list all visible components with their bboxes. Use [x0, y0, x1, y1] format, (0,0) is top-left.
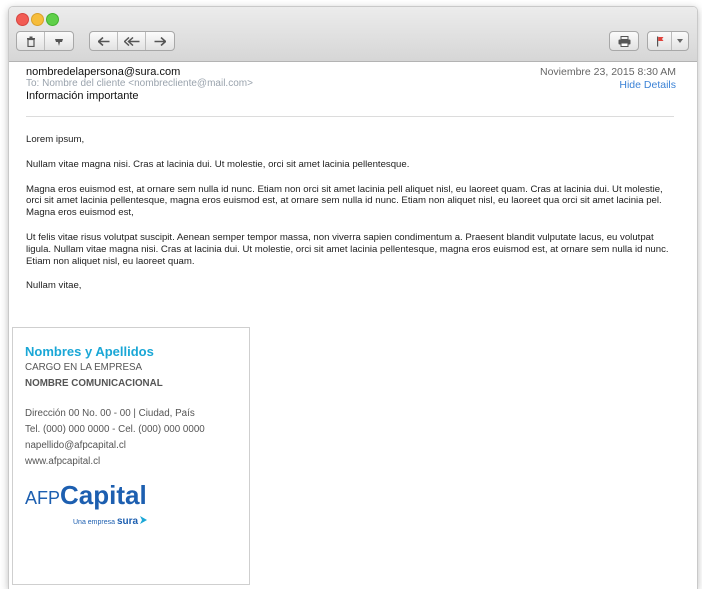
body-paragraph: Ut felis vitae risus volutpat suscipit. …: [26, 231, 669, 267]
reply-button[interactable]: [90, 32, 118, 50]
hide-details-link[interactable]: Hide Details: [619, 79, 676, 91]
junk-icon: [55, 39, 63, 46]
toolbar: [9, 7, 697, 62]
signature-name: Nombres y Apellidos: [25, 344, 154, 359]
body-paragraph: Nullam vitae magna nisi. Cras at lacinia…: [26, 158, 410, 170]
body-greeting: Lorem ipsum,: [26, 134, 85, 145]
junk-button[interactable]: [45, 32, 73, 50]
zoom-window-button[interactable]: [46, 13, 59, 26]
logo-capital-text: Capital: [60, 480, 147, 510]
reply-all-button[interactable]: [118, 32, 146, 50]
flag-icon: [656, 36, 663, 46]
reply-all-icon: [123, 36, 139, 46]
sura-arrow-icon: [140, 516, 148, 524]
reply-icon: [97, 36, 109, 46]
message-date: Noviembre 23, 2015 8:30 AM: [540, 66, 676, 78]
flag-menu-button[interactable]: [672, 32, 688, 50]
subject-line: Información importante: [26, 90, 139, 102]
minimize-window-button[interactable]: [31, 13, 44, 26]
body-paragraph: Magna eros euismod est, at ornare sem nu…: [26, 183, 663, 219]
logo-afp-text: AFP: [25, 488, 61, 508]
chevron-down-icon: [677, 39, 683, 43]
delete-button[interactable]: [17, 32, 45, 50]
email-signature: Nombres y Apellidos CARGO EN LA EMPRESA …: [12, 327, 250, 585]
signature-email[interactable]: napellido@afpcapital.cl: [25, 440, 126, 451]
afp-capital-logo: AFPCapital Una empresa sura: [25, 480, 148, 527]
print-icon: [618, 35, 630, 47]
signature-website[interactable]: www.afpcapital.cl: [25, 456, 100, 467]
delete-junk-group: [16, 31, 74, 51]
logo-sura-text: sura: [116, 516, 139, 527]
header-divider: [26, 116, 674, 117]
recipient-line: To: Nombre del cliente <nombrecliente@ma…: [26, 78, 253, 89]
signature-position: CARGO EN LA EMPRESA: [25, 362, 143, 373]
reply-group: [89, 31, 175, 51]
logo-tagline: Una empresa sura: [73, 516, 148, 527]
signature-comm-name: NOMBRE COMUNICACIONAL: [25, 378, 163, 389]
flag-group: [647, 31, 689, 51]
signature-phone: Tel. (000) 000 0000 - Cel. (000) 000 000…: [25, 424, 205, 435]
print-group: [609, 31, 639, 51]
forward-button[interactable]: [146, 32, 174, 50]
trash-icon: [26, 36, 35, 47]
forward-icon: [154, 36, 166, 46]
sender-address: nombredelapersona@sura.com: [26, 66, 181, 78]
body-closing: Nullam vitae,: [26, 280, 82, 292]
print-button[interactable]: [610, 32, 638, 50]
signature-address: Dirección 00 No. 00 - 00 | Ciudad, País: [25, 408, 195, 419]
flag-button[interactable]: [648, 32, 672, 50]
logo-tagline-text: Una empresa: [73, 519, 116, 526]
message-body: Lorem ipsum, Nullam vitae magna nisi. Cr…: [26, 134, 680, 305]
close-window-button[interactable]: [16, 13, 29, 26]
